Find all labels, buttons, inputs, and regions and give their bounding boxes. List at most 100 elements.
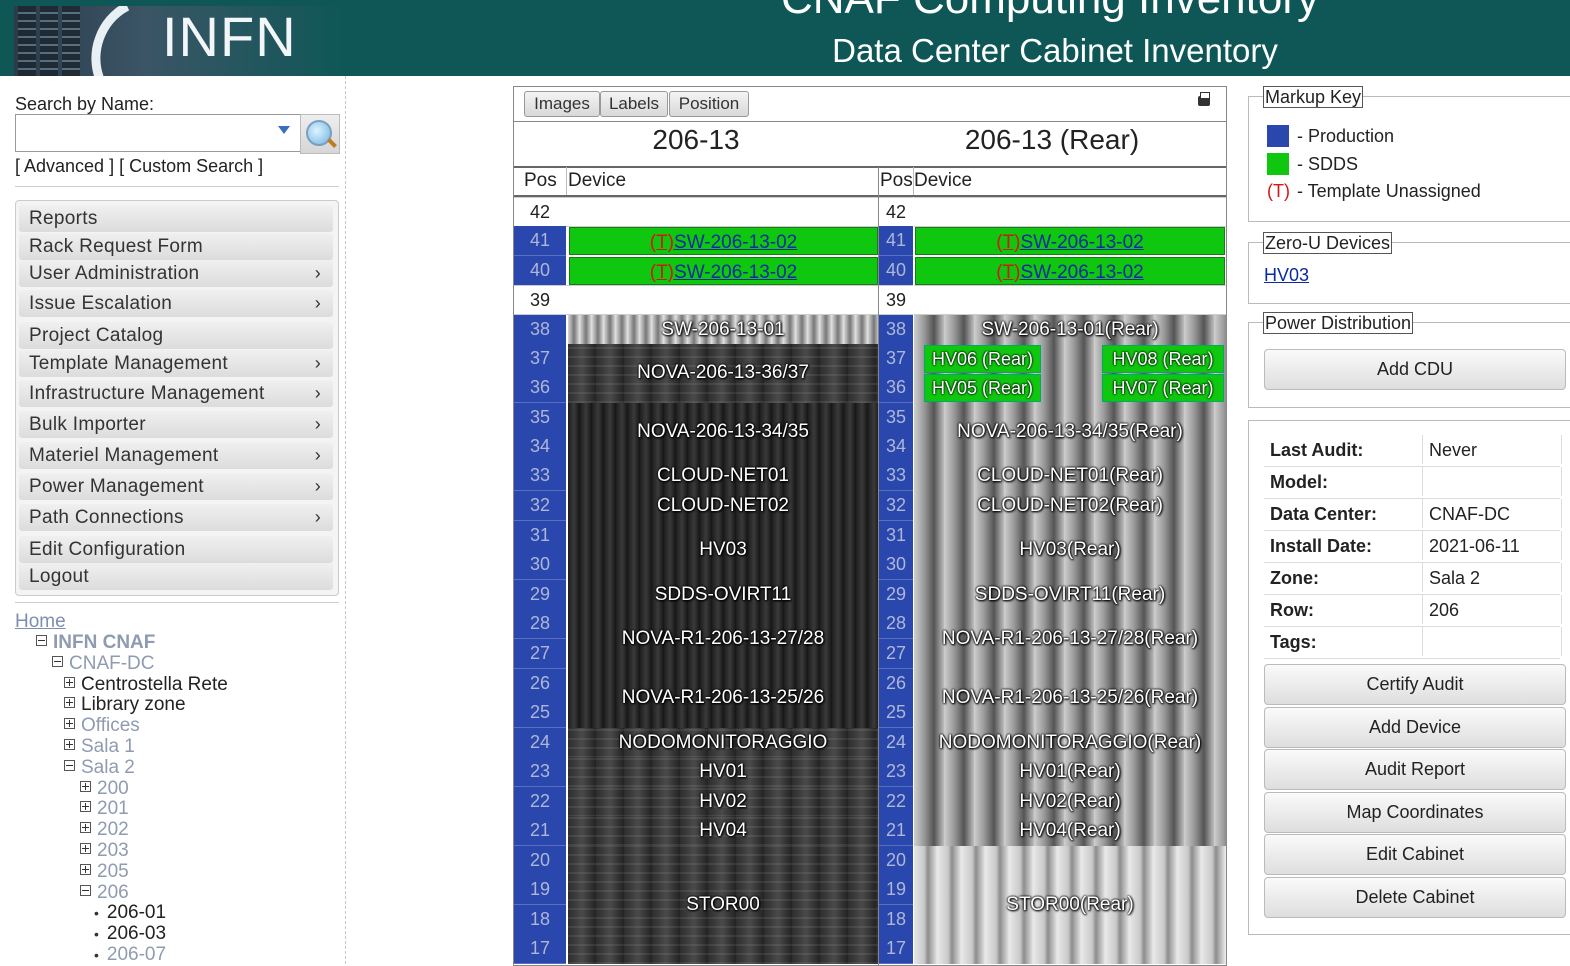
print-icon[interactable] [1198, 92, 1210, 106]
menu-item-infrastructure-management[interactable]: Infrastructure Management › [19, 380, 333, 407]
menu-item-user-administration[interactable]: User Administration › [19, 260, 333, 287]
rear-device[interactable]: NOVA-206-13-34/35(Rear) [914, 403, 1226, 462]
menu-item-rack-request-form[interactable]: Rack Request Form [19, 233, 333, 260]
rear-device[interactable]: HV06 (Rear) [924, 345, 1041, 373]
rear-device[interactable]: HV05 (Rear) [924, 374, 1041, 402]
front-device[interactable]: NOVA-206-13-36/37 [568, 344, 878, 403]
menu-item-materiel-management[interactable]: Materiel Management › [19, 442, 333, 469]
dropdown-caret-icon[interactable] [278, 126, 290, 134]
tab-labels[interactable]: Labels [600, 91, 668, 117]
tree-node[interactable]: 201 [80, 799, 129, 819]
menu-item-edit-configuration[interactable]: Edit Configuration [19, 536, 333, 563]
delete-cabinet-button[interactable]: Delete Cabinet [1264, 877, 1566, 918]
front-device[interactable]: SW-206-13-01 [568, 315, 878, 345]
front-device[interactable]: HV01 [568, 757, 878, 787]
tree-node[interactable]: • 206-07 [94, 945, 166, 965]
front-device[interactable]: NODOMONITORAGGIO [568, 728, 878, 758]
tree-node[interactable]: 200 [80, 778, 129, 799]
tree-node[interactable]: Library zone [64, 695, 186, 715]
rear-device[interactable]: CLOUD-NET02(Rear) [914, 491, 1226, 521]
rear-device[interactable]: HV02(Rear) [914, 787, 1226, 817]
front-device[interactable]: (T)SW-206-13-02 [569, 227, 878, 255]
tree-node[interactable]: • 206-01 [94, 903, 166, 923]
add-cdu-button[interactable]: Add CDU [1264, 349, 1566, 390]
tree-node[interactable]: CNAF-DC [52, 653, 155, 674]
rear-device[interactable]: NOVA-R1-206-13-25/26(Rear) [914, 669, 1226, 728]
menu-item-path-connections[interactable]: Path Connections › [19, 504, 333, 531]
menu-item-bulk-importer[interactable]: Bulk Importer › [19, 411, 333, 438]
menu-item-reports[interactable]: Reports [19, 205, 333, 232]
rear-device[interactable]: HV08 (Rear) [1102, 345, 1224, 373]
tree-node[interactable]: Sala 1 [64, 737, 135, 757]
menu-item-project-catalog[interactable]: Project Catalog [19, 322, 333, 349]
expand-icon[interactable] [64, 676, 75, 688]
expand-icon[interactable] [64, 718, 75, 730]
custom-search-link[interactable]: [ Custom Search ] [119, 156, 263, 176]
tree-node[interactable]: 205 [80, 861, 129, 882]
search-button[interactable] [300, 114, 340, 154]
expand-icon[interactable] [64, 739, 75, 750]
menu-item-logout[interactable]: Logout [19, 563, 333, 590]
menu-item-power-management[interactable]: Power Management › [19, 473, 333, 500]
tree-home-link[interactable]: Home [15, 612, 66, 632]
tree-node[interactable]: 202 [80, 820, 129, 840]
rear-device[interactable]: (T)SW-206-13-02 [915, 257, 1225, 285]
rear-device[interactable]: (T)SW-206-13-02 [915, 227, 1225, 255]
empty-slot[interactable] [566, 197, 878, 227]
rear-device[interactable]: NODOMONITORAGGIO(Rear) [914, 728, 1226, 758]
front-device[interactable]: (T)SW-206-13-02 [569, 257, 878, 285]
tree-node[interactable]: 203 [80, 841, 129, 861]
front-device[interactable]: NOVA-R1-206-13-25/26 [568, 669, 878, 728]
search-input[interactable] [15, 114, 301, 152]
expand-icon[interactable] [80, 822, 91, 834]
rear-device[interactable]: SDDS-OVIRT11(Rear) [914, 580, 1226, 610]
tree-node[interactable]: 206 [80, 882, 129, 903]
advanced-search-link[interactable]: [ Advanced ] [15, 156, 114, 176]
front-device[interactable]: HV03 [568, 521, 878, 580]
rear-device[interactable]: SW-206-13-01(Rear) [914, 315, 1226, 345]
front-device[interactable]: SDDS-OVIRT11 [568, 580, 878, 610]
tree-node[interactable]: • 206-03 [94, 924, 166, 944]
empty-slot[interactable] [914, 197, 1226, 227]
tree-node[interactable]: Offices [64, 716, 140, 736]
empty-slot[interactable] [914, 285, 1226, 315]
menu-item-template-management[interactable]: Template Management › [19, 350, 333, 377]
expand-icon[interactable] [80, 863, 91, 875]
collapse-icon[interactable] [64, 759, 75, 771]
rear-device[interactable]: HV04(Rear) [914, 816, 1226, 846]
tree-node[interactable]: Sala 2 [64, 757, 135, 778]
audit-report-button[interactable]: Audit Report [1264, 749, 1566, 790]
rear-device[interactable]: NOVA-R1-206-13-27/28(Rear) [914, 609, 1226, 669]
expand-icon[interactable] [80, 801, 91, 813]
rear-device[interactable]: STOR00(Rear) [914, 846, 1226, 964]
expand-icon[interactable] [80, 780, 91, 792]
front-device[interactable]: NOVA-206-13-34/35 [568, 403, 878, 462]
front-device[interactable]: HV04 [568, 816, 878, 846]
rear-device[interactable]: HV07 (Rear) [1102, 374, 1224, 402]
rear-device[interactable]: CLOUD-NET01(Rear) [914, 461, 1226, 491]
empty-slot[interactable] [566, 285, 878, 315]
collapse-icon[interactable] [36, 635, 47, 646]
tree-node[interactable]: Centrostella Rete [64, 674, 228, 695]
tab-position[interactable]: Position [669, 91, 749, 117]
expand-icon[interactable] [80, 843, 91, 854]
menu-item-issue-escalation[interactable]: Issue Escalation › [19, 290, 333, 317]
map-coordinates-button[interactable]: Map Coordinates [1264, 792, 1566, 833]
edit-cabinet-button[interactable]: Edit Cabinet [1264, 834, 1566, 875]
add-device-button[interactable]: Add Device [1264, 707, 1566, 748]
front-device[interactable]: NOVA-R1-206-13-27/28 [568, 609, 878, 669]
front-device[interactable]: CLOUD-NET02 [568, 491, 878, 521]
collapse-icon[interactable] [52, 655, 63, 667]
tree-node[interactable]: INFN CNAF [36, 633, 155, 653]
production-swatch [1267, 125, 1289, 147]
collapse-icon[interactable] [80, 884, 91, 896]
front-device[interactable]: CLOUD-NET01 [568, 461, 878, 491]
certify-audit-button[interactable]: Certify Audit [1264, 664, 1566, 705]
zero-u-device-link[interactable]: HV03 [1264, 265, 1309, 286]
rear-device[interactable]: HV03(Rear) [914, 521, 1226, 580]
front-device[interactable]: STOR00 [568, 846, 878, 964]
front-device[interactable]: HV02 [568, 787, 878, 817]
expand-icon[interactable] [64, 697, 75, 709]
tab-images[interactable]: Images [524, 91, 600, 117]
rear-device[interactable]: HV01(Rear) [914, 757, 1226, 787]
